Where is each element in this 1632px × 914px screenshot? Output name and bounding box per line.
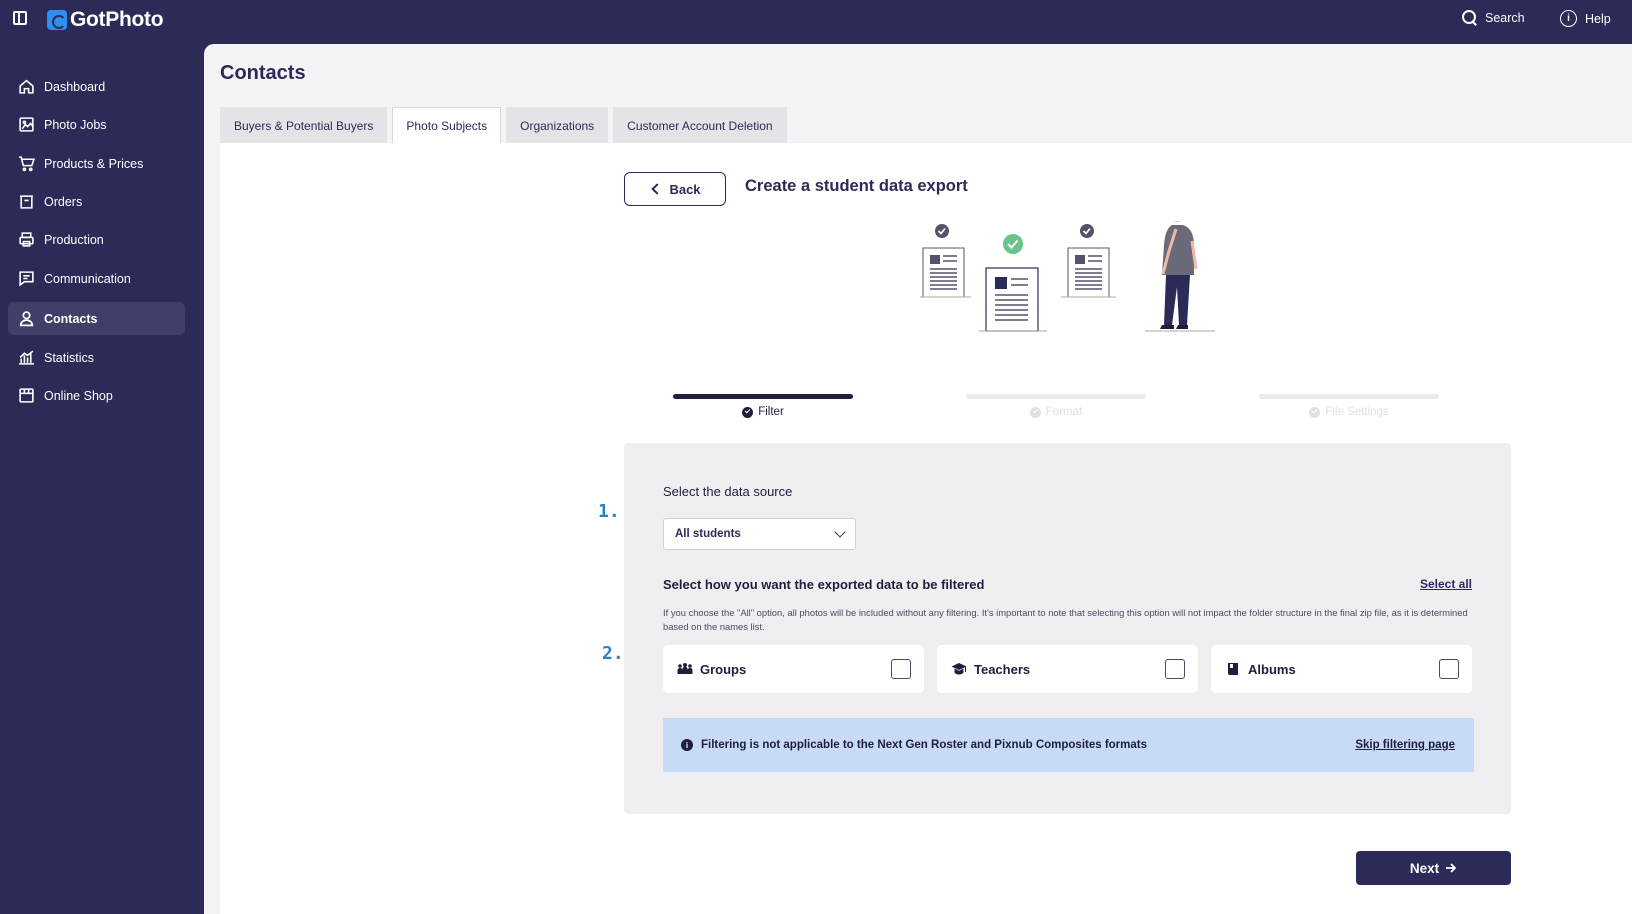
sidebar-item-orders[interactable]: Orders	[8, 185, 185, 218]
tab-customer-account-deletion[interactable]: Customer Account Deletion	[613, 107, 787, 144]
sidebar-item-label: Online Shop	[44, 388, 113, 403]
image-icon	[18, 116, 35, 133]
page-title: Contacts	[220, 62, 306, 84]
step-filter[interactable]: Filter	[673, 394, 853, 418]
sidebar-item-label: Contacts	[44, 311, 98, 326]
sidebar-item-label: Photo Jobs	[44, 117, 107, 132]
sidebar-item-label: Statistics	[44, 350, 95, 365]
option-label: Albums	[1248, 661, 1296, 677]
chevron-left-icon	[651, 183, 664, 195]
cart-icon	[18, 155, 35, 172]
filter-option-teachers[interactable]: Teachers	[937, 645, 1198, 693]
albums-checkbox[interactable]	[1439, 659, 1459, 679]
tab-buyers[interactable]: Buyers & Potential Buyers	[220, 107, 388, 144]
groups-icon	[677, 662, 693, 676]
check-circle-icon	[1309, 406, 1321, 418]
filter-helper-text: If you choose the "All" option, all phot…	[663, 607, 1468, 632]
sidebar-item-label: Orders	[44, 194, 83, 209]
tab-photo-subjects[interactable]: Photo Subjects	[392, 107, 502, 144]
main-area: Contacts Buyers & Potential Buyers Photo…	[204, 44, 1632, 914]
sidebar-toggle-icon[interactable]	[13, 11, 27, 25]
option-label: Teachers	[974, 661, 1031, 677]
option-label: Groups	[700, 661, 747, 677]
help-label: Help	[1585, 11, 1611, 26]
sidebar-item-production[interactable]: Production	[8, 223, 185, 256]
check-circle-icon	[742, 406, 754, 418]
sidebar-item-label: Communication	[44, 271, 131, 286]
search-label: Search	[1485, 10, 1525, 25]
sidebar-item-contacts[interactable]: Contacts	[8, 302, 185, 335]
step-progress-bar	[1259, 394, 1439, 399]
data-source-select[interactable]: All students	[663, 518, 856, 550]
help-button[interactable]: i Help	[1560, 10, 1611, 27]
sidebar-item-label: Products & Prices	[44, 156, 144, 171]
teachers-checkbox[interactable]	[1165, 659, 1185, 679]
step-progress-bar	[966, 394, 1146, 399]
step-label: File Settings	[1325, 406, 1389, 418]
sidebar-item-label: Production	[44, 232, 104, 247]
step-format[interactable]: Format	[966, 394, 1146, 418]
brand-name: GotPhoto	[70, 8, 164, 31]
tab-content: Back Create a student data export Filter…	[220, 143, 1632, 914]
back-label: Back	[669, 181, 701, 197]
step-progress-bar	[673, 394, 853, 399]
export-title: Create a student data export	[745, 177, 968, 195]
printer-icon	[18, 231, 35, 248]
filter-option-albums[interactable]: Albums	[1211, 645, 1472, 693]
sidebar: Dashboard Photo Jobs Products & Prices O…	[0, 44, 204, 914]
sidebar-item-dashboard[interactable]: Dashboard	[8, 70, 185, 103]
top-bar: GotPhoto Search i Help	[0, 0, 1632, 44]
document-left-icon	[920, 224, 971, 298]
export-stepper: Filter Format File Settings	[673, 394, 1463, 424]
next-label: Next	[1409, 860, 1440, 876]
logo-icon	[47, 10, 67, 30]
filter-heading: Select how you want the exported data to…	[663, 577, 985, 592]
document-center-icon	[979, 234, 1047, 332]
store-icon	[18, 387, 35, 404]
skip-filtering-link[interactable]: Skip filtering page	[1355, 739, 1455, 751]
chevron-down-icon	[834, 526, 846, 538]
sidebar-item-label: Dashboard	[44, 79, 106, 94]
step-file-settings[interactable]: File Settings	[1259, 394, 1439, 418]
annotation-step-one: 1.	[598, 501, 620, 522]
arrow-right-icon	[1446, 863, 1457, 873]
sidebar-item-products-prices[interactable]: Products & Prices	[8, 147, 185, 180]
sidebar-item-statistics[interactable]: Statistics	[8, 341, 185, 374]
groups-checkbox[interactable]	[891, 659, 911, 679]
data-source-label: Select the data source	[663, 484, 793, 499]
filter-options: Groups Teachers Albums	[663, 645, 1472, 693]
person-illustration	[1145, 221, 1215, 332]
message-icon	[18, 270, 35, 287]
step-label: Filter	[758, 406, 784, 418]
data-source-value: All students	[675, 528, 741, 540]
filter-option-groups[interactable]: Groups	[663, 645, 924, 693]
next-button[interactable]: Next	[1356, 851, 1511, 885]
export-illustration	[920, 221, 1215, 332]
select-all-link[interactable]: Select all	[1343, 577, 1472, 591]
banner-text: Filtering is not applicable to the Next …	[701, 739, 1148, 751]
brand-logo[interactable]: GotPhoto	[47, 8, 164, 32]
step-label: Format	[1045, 406, 1083, 418]
sidebar-item-communication[interactable]: Communication	[8, 262, 185, 295]
annotation-step-two: 2.	[602, 643, 624, 664]
tab-organizations[interactable]: Organizations	[506, 107, 609, 144]
document-right-icon	[1061, 224, 1116, 298]
graduation-cap-icon	[951, 662, 967, 676]
filter-info-banner: i Filtering is not applicable to the Nex…	[663, 718, 1474, 772]
tab-bar: Buyers & Potential Buyers Photo Subjects…	[220, 107, 787, 144]
info-icon: i	[681, 739, 693, 751]
search-button[interactable]: Search	[1462, 10, 1525, 25]
filter-panel: Select the data source All students Sele…	[624, 443, 1511, 814]
chart-icon	[18, 349, 35, 366]
album-icon	[1225, 662, 1241, 676]
sidebar-item-online-shop[interactable]: Online Shop	[8, 379, 185, 412]
info-icon: i	[1560, 10, 1577, 27]
search-icon	[1462, 10, 1477, 25]
check-circle-icon	[1029, 406, 1041, 418]
sidebar-item-photo-jobs[interactable]: Photo Jobs	[8, 108, 185, 141]
back-button[interactable]: Back	[624, 172, 726, 206]
basket-icon	[18, 193, 35, 210]
home-icon	[18, 78, 35, 95]
user-icon	[18, 310, 35, 327]
